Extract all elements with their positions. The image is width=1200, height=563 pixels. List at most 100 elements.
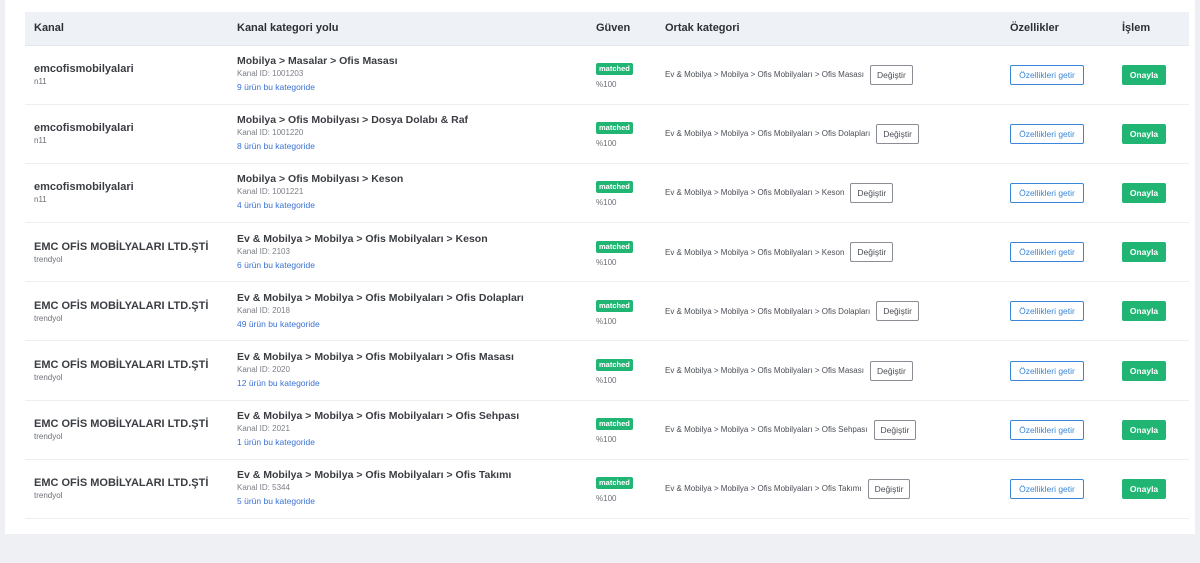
approve-button[interactable]: Onayla [1122, 419, 1166, 440]
get-features-button[interactable]: Özellikleri getir [1010, 242, 1084, 263]
category-path: Ev & Mobilya > Mobilya > Ofis Mobilyalar… [237, 232, 488, 245]
approve-button[interactable]: Onayla [1122, 360, 1166, 381]
features-cell: Özellikleri getir [1001, 163, 1113, 222]
channel-id: Kanal ID: 1001203 [237, 69, 304, 79]
category-path: Ev & Mobilya > Mobilya > Ofis Mobilyalar… [237, 351, 514, 364]
approve-button[interactable]: Onayla [1122, 123, 1166, 144]
product-count-link[interactable]: 1 ürün bu kategoride [237, 435, 587, 449]
header-path: Kanal kategori yolu [228, 12, 587, 46]
channel-id: Kanal ID: 2020 [237, 365, 290, 375]
confidence-cell: matched %100 [587, 104, 656, 163]
features-cell: Özellikleri getir [1001, 104, 1113, 163]
product-count-link[interactable]: 12 ürün bu kategoride [237, 376, 587, 390]
common-category: Ev & Mobilya > Mobilya > Ofis Mobilyalar… [665, 484, 862, 494]
ortak-cell: Ev & Mobilya > Mobilya > Ofis Mobilyalar… [656, 45, 1001, 104]
channel-cell: EMC OFİS MOBİLYALARI LTD.ŞTİ trendyol [25, 282, 228, 341]
matched-badge: matched [596, 240, 633, 253]
action-cell: Onayla [1113, 104, 1189, 163]
confidence-cell: matched %100 [587, 459, 656, 518]
channel-id: Kanal ID: 2018 [237, 305, 290, 315]
table-header-row: Kanal Kanal kategori yolu Güven Ortak ka… [25, 12, 1189, 46]
path-cell: Ev & Mobilya > Mobilya > Ofis Mobilyalar… [228, 400, 587, 459]
channel-name: emcofismobilyalari [34, 63, 134, 76]
category-path: Mobilya > Ofis Mobilyası > Dosya Dolabı … [237, 114, 469, 127]
product-count-link[interactable]: 49 ürün bu kategoride [237, 317, 587, 331]
get-features-button[interactable]: Özellikleri getir [1010, 419, 1084, 440]
category-path: Mobilya > Ofis Mobilyası > Keson [237, 173, 404, 186]
confidence-cell: matched %100 [587, 45, 656, 104]
action-cell: Onayla [1113, 282, 1189, 341]
change-button[interactable]: Değiştir [876, 301, 919, 322]
ortak-cell: Ev & Mobilya > Mobilya > Ofis Mobilyalar… [656, 282, 1001, 341]
get-features-button[interactable]: Özellikleri getir [1010, 478, 1084, 499]
category-path: Ev & Mobilya > Mobilya > Ofis Mobilyalar… [237, 291, 524, 304]
channel-id: Kanal ID: 2021 [237, 424, 290, 434]
features-cell: Özellikleri getir [1001, 400, 1113, 459]
confidence-cell: matched %100 [587, 223, 656, 282]
change-button[interactable]: Değiştir [850, 182, 894, 203]
path-cell: Mobilya > Ofis Mobilyası > Keson Kanal I… [228, 163, 587, 222]
common-category: Ev & Mobilya > Mobilya > Ofis Mobilyalar… [665, 70, 864, 80]
channel-name: EMC OFİS MOBİLYALARI LTD.ŞTİ [34, 477, 209, 490]
channel-cell: EMC OFİS MOBİLYALARI LTD.ŞTİ trendyol [25, 459, 228, 518]
product-count-link[interactable]: 4 ürün bu kategoride [237, 198, 587, 212]
path-cell: Mobilya > Ofis Mobilyası > Dosya Dolabı … [228, 104, 587, 163]
approve-button[interactable]: Onayla [1122, 64, 1166, 85]
product-count-link[interactable]: 8 ürün bu kategoride [237, 139, 587, 153]
get-features-button[interactable]: Özellikleri getir [1010, 301, 1084, 322]
get-features-button[interactable]: Özellikleri getir [1010, 182, 1084, 203]
change-button[interactable]: Değiştir [869, 64, 913, 85]
table-row: emcofismobilyalari n11 Mobilya > Ofis Mo… [25, 163, 1189, 223]
common-category: Ev & Mobilya > Mobilya > Ofis Mobilyalar… [665, 247, 845, 257]
channel-source: trendyol [34, 373, 63, 383]
product-count-link[interactable]: 9 ürün bu kategoride [237, 80, 587, 94]
ortak-cell: Ev & Mobilya > Mobilya > Ofis Mobilyalar… [656, 341, 1001, 400]
change-button[interactable]: Değiştir [876, 123, 919, 144]
channel-name: emcofismobilyalari [34, 122, 134, 135]
matched-badge: matched [596, 418, 633, 431]
features-cell: Özellikleri getir [1001, 341, 1113, 400]
channel-cell: EMC OFİS MOBİLYALARI LTD.ŞTİ trendyol [25, 223, 228, 282]
product-count-link[interactable]: 5 ürün bu kategoride [237, 494, 587, 508]
get-features-button[interactable]: Özellikleri getir [1010, 123, 1084, 144]
change-button[interactable]: Değiştir [873, 419, 917, 440]
confidence-value: %100 [596, 494, 617, 504]
table-row: EMC OFİS MOBİLYALARI LTD.ŞTİ trendyol Ev… [25, 400, 1189, 460]
common-category: Ev & Mobilya > Mobilya > Ofis Mobilyalar… [665, 425, 868, 435]
action-cell: Onayla [1113, 45, 1189, 104]
change-button[interactable]: Değiştir [850, 242, 894, 263]
get-features-button[interactable]: Özellikleri getir [1010, 64, 1084, 85]
channel-source: n11 [34, 195, 47, 205]
channel-name: EMC OFİS MOBİLYALARI LTD.ŞTİ [34, 359, 209, 372]
channel-id: Kanal ID: 1001221 [237, 187, 304, 197]
approve-button[interactable]: Onayla [1122, 182, 1166, 203]
confidence-cell: matched %100 [587, 163, 656, 222]
confidence-cell: matched %100 [587, 341, 656, 400]
features-cell: Özellikleri getir [1001, 223, 1113, 282]
product-count-link[interactable]: 6 ürün bu kategoride [237, 258, 587, 272]
approve-button[interactable]: Onayla [1122, 242, 1166, 263]
path-cell: Ev & Mobilya > Mobilya > Ofis Mobilyalar… [228, 223, 587, 282]
change-button[interactable]: Değiştir [867, 478, 911, 499]
common-category: Ev & Mobilya > Mobilya > Ofis Mobilyalar… [665, 306, 871, 316]
ortak-cell: Ev & Mobilya > Mobilya > Ofis Mobilyalar… [656, 163, 1001, 222]
matched-badge: matched [596, 181, 633, 194]
header-kanal: Kanal [25, 12, 228, 46]
approve-button[interactable]: Onayla [1122, 478, 1166, 499]
channel-cell: EMC OFİS MOBİLYALARI LTD.ŞTİ trendyol [25, 400, 228, 459]
channel-source: n11 [34, 136, 47, 146]
header-islem: İşlem [1113, 12, 1189, 46]
path-cell: Ev & Mobilya > Mobilya > Ofis Mobilyalar… [228, 282, 587, 341]
matched-badge: matched [596, 477, 633, 490]
channel-cell: EMC OFİS MOBİLYALARI LTD.ŞTİ trendyol [25, 341, 228, 400]
channel-name: emcofismobilyalari [34, 181, 134, 194]
features-cell: Özellikleri getir [1001, 459, 1113, 518]
category-path: Ev & Mobilya > Mobilya > Ofis Mobilyalar… [237, 410, 520, 423]
channel-cell: emcofismobilyalari n11 [25, 104, 228, 163]
approve-button[interactable]: Onayla [1122, 301, 1166, 322]
channel-name: EMC OFİS MOBİLYALARI LTD.ŞTİ [34, 240, 209, 253]
change-button[interactable]: Değiştir [869, 360, 913, 381]
common-category: Ev & Mobilya > Mobilya > Ofis Mobilyalar… [665, 188, 845, 198]
get-features-button[interactable]: Özellikleri getir [1010, 360, 1084, 381]
ortak-cell: Ev & Mobilya > Mobilya > Ofis Mobilyalar… [656, 400, 1001, 459]
